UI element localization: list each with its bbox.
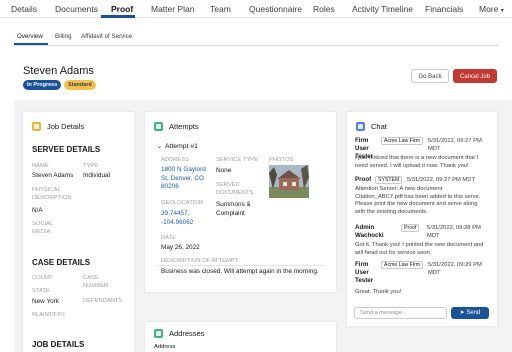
- subnav-divider: [14, 45, 498, 46]
- chat-message-input[interactable]: Send a message...: [354, 307, 447, 319]
- tab-financials[interactable]: Financials: [425, 4, 463, 14]
- message-sender: Firm User Tester: [355, 261, 374, 284]
- servee-details-heading: SERVEE DETAILS: [32, 145, 101, 154]
- addresses-title: Addresses: [169, 329, 205, 338]
- chevron-down-icon: ⌄: [157, 144, 163, 150]
- job-details-heading: JOB DETAILS: [32, 340, 85, 349]
- go-back-button[interactable]: Go Back: [411, 69, 449, 83]
- address-link[interactable]: 1800 N Gaylord St, Denver, CO 80206: [161, 166, 213, 192]
- send-icon: ➤: [459, 310, 465, 316]
- message-text: I just noticed that there is a new docum…: [355, 155, 479, 169]
- record-tab-bar: Details Documents Proof Matter Plan Team…: [0, 0, 512, 18]
- subtab-overview[interactable]: Overview: [17, 33, 43, 40]
- geolocation-label: GEOLOCATION: [161, 200, 204, 206]
- attempt-toggle[interactable]: ⌄ Attempt #1: [157, 143, 198, 150]
- physical-description-label: PHYSICAL DESCRIPTION: [32, 187, 72, 201]
- tab-documents[interactable]: Documents: [55, 4, 98, 14]
- priority-badge: Standard: [64, 80, 96, 90]
- message-tag: SYSTEM: [375, 176, 403, 184]
- date-value: May 26, 2022: [161, 244, 200, 251]
- count-label: COUNT: [32, 275, 53, 281]
- tab-proof[interactable]: Proof: [111, 4, 133, 14]
- attempts-card: Attempts ⌄ Attempt #1 ADDRESS 1800 N Gayl…: [145, 112, 336, 292]
- served-documents-value: Summons & Complaint: [216, 201, 251, 217]
- tab-team[interactable]: Team: [210, 4, 231, 14]
- house-photo-image: [269, 165, 309, 198]
- map-pin-icon: [154, 329, 163, 338]
- sub-tab-bar: Overview Billing Affidavit of Service: [0, 29, 512, 46]
- cancel-job-button[interactable]: Cancel Job: [453, 69, 497, 83]
- active-tab-indicator: [101, 15, 135, 18]
- more-label: More: [479, 4, 499, 14]
- message-text: Great. Thank you!: [355, 289, 402, 295]
- message-sender: Proof: [355, 176, 372, 183]
- social-media-label: SOCIAL MEDIA: [32, 221, 54, 235]
- chat-icon: [356, 122, 365, 131]
- message-tag: Acme Law Firm: [381, 137, 424, 145]
- folder-icon: [32, 122, 41, 131]
- message-text: Got it. Thank you! I printed the new doc…: [355, 242, 484, 256]
- type-label: TYPE: [83, 163, 99, 169]
- chevron-down-icon: ▾: [500, 8, 504, 14]
- page-title: Steven Adams: [23, 65, 94, 77]
- address-field-label: Address: [154, 344, 176, 350]
- geolocation-link[interactable]: 39.74457, -104.96062: [161, 210, 205, 227]
- type-value: Individual: [83, 172, 111, 179]
- description-value: Business was closed. Will attempt again …: [161, 268, 319, 275]
- job-details-card: Job Details SERVEE DETAILS NAME TYPE Ste…: [23, 112, 134, 352]
- list-icon: [154, 122, 163, 131]
- address-label: ADDRESS: [161, 157, 190, 163]
- state-label: STATE: [32, 288, 50, 294]
- chat-card: Chat Firm User Tester Acme Law Firm 5/31…: [347, 112, 497, 326]
- tab-questionnaire[interactable]: Questionnaire: [249, 4, 302, 14]
- description-label: DESCRIPTION OF ATTEMPT: [161, 258, 239, 264]
- message-time: 5/31/2022, 09:28 PM MDT: [427, 225, 481, 239]
- message-time: 5/31/2022, 09:27 PM MDT: [428, 138, 482, 152]
- name-label: NAME: [32, 163, 49, 169]
- message-time: 5/31/2022, 09:27 PM MDT: [407, 177, 475, 183]
- attempt-label: Attempt #1: [165, 143, 198, 150]
- subtab-affidavit[interactable]: Affidavit of Service: [81, 33, 132, 40]
- message-sender: Admin Wachocki: [355, 224, 384, 239]
- service-type-label: SERVICE TYPE: [216, 157, 258, 163]
- chat-title: Chat: [371, 122, 387, 131]
- case-number-label: CASE NUMBER: [83, 275, 109, 289]
- name-value: Steven Adams: [32, 172, 74, 179]
- attempt-photo[interactable]: [269, 165, 309, 198]
- send-button[interactable]: ➤ Send: [451, 307, 489, 319]
- plaintiffs-label: PLAINTIFFS: [32, 312, 65, 318]
- physical-description-value: N/A: [32, 207, 43, 214]
- message-tag: Proof: [401, 224, 420, 232]
- description-divider: [157, 265, 324, 266]
- photos-label: PHOTOS: [269, 157, 294, 163]
- subtab-billing[interactable]: Billing: [55, 33, 72, 40]
- date-label: DATE: [161, 235, 177, 241]
- served-documents-label: SERVED DOCUMENTS: [216, 182, 254, 196]
- tab-details[interactable]: Details: [11, 4, 37, 14]
- tab-activity-timeline[interactable]: Activity Timeline: [352, 4, 413, 14]
- message-text: Attention Server: A new document Citatio…: [355, 186, 481, 215]
- state-value: New York: [32, 298, 59, 305]
- job-details-title: Job Details: [47, 122, 85, 131]
- attempts-title: Attempts: [169, 122, 199, 131]
- service-type-value: None: [216, 167, 232, 174]
- status-badge: In Progress: [23, 80, 62, 90]
- tab-matter-plan[interactable]: Matter Plan: [151, 4, 194, 14]
- send-label: Send: [466, 310, 481, 316]
- defendants-label: DEFENDANTS: [83, 298, 123, 304]
- message-tag: Acme Law Firm: [381, 261, 424, 269]
- addresses-card: Addresses Address: [145, 322, 336, 352]
- case-details-heading: CASE DETAILS: [32, 258, 91, 267]
- tab-more[interactable]: More ▾: [479, 4, 504, 14]
- tab-roles[interactable]: Roles: [313, 4, 335, 14]
- message-time: 5/31/2022, 09:29 PM MDT: [428, 262, 482, 276]
